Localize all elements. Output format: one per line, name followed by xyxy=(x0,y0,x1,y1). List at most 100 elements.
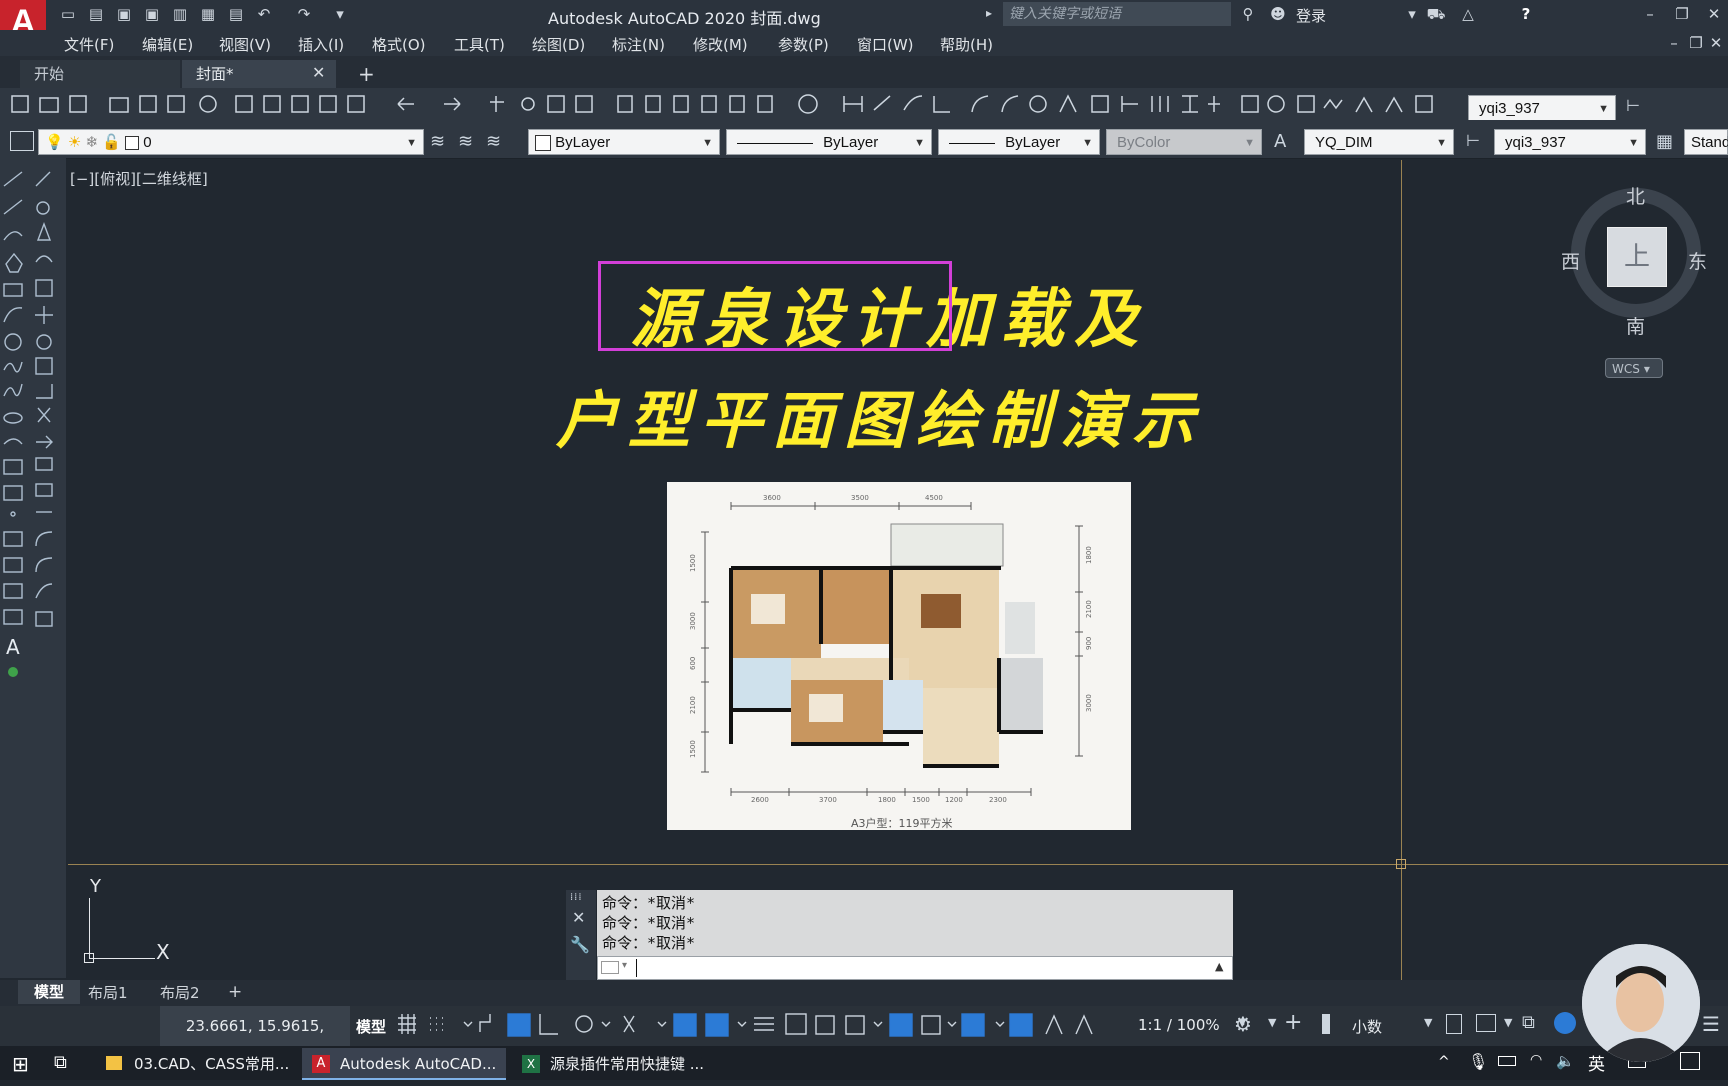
lineweight-dropdown[interactable]: ByLayer ▼ xyxy=(938,129,1100,155)
layer-properties-icon[interactable] xyxy=(10,131,34,151)
open-file-icon[interactable]: ▤ xyxy=(86,4,106,24)
restore-icon[interactable]: ❐ xyxy=(1672,4,1692,24)
compass-south[interactable]: 南 xyxy=(1626,312,1645,339)
compass-north[interactable]: 北 xyxy=(1626,182,1645,209)
new-tab-button[interactable]: + xyxy=(358,62,375,86)
notification-center-icon[interactable] xyxy=(1680,1052,1700,1070)
layer-states-icon[interactable]: ≋ xyxy=(486,131,501,152)
linetype-dropdown[interactable]: ByLayer ▼ xyxy=(726,129,932,155)
doc-minimize-icon[interactable]: – xyxy=(1664,33,1684,53)
tab-layout-1[interactable]: 布局1 xyxy=(88,982,128,1003)
login-link[interactable]: 登录 xyxy=(1296,5,1326,26)
tab-layout-2[interactable]: 布局2 xyxy=(160,982,200,1003)
close-command-line-icon[interactable]: ✕ xyxy=(572,908,585,927)
chevron-down-icon[interactable]: ▼ xyxy=(1424,1016,1432,1029)
undo-icon[interactable]: ↶ xyxy=(254,4,274,24)
redo-icon[interactable]: ↷ xyxy=(294,4,314,24)
menu-window[interactable]: 窗口(W) xyxy=(857,34,914,55)
doc-close-icon[interactable]: ✕ xyxy=(1706,33,1726,53)
search-expand-icon[interactable]: ▸ xyxy=(986,6,992,20)
print-icon[interactable]: ▤ xyxy=(226,4,246,24)
microphone-icon[interactable]: 🎙 xyxy=(1468,1052,1488,1071)
coordinates-readout[interactable]: 23.6661, 15.9615, 0.0000 xyxy=(160,1006,350,1075)
dim-style-dropdown[interactable]: YQ_DIM ▼ xyxy=(1304,129,1454,155)
a360-icon[interactable]: △ xyxy=(1458,4,1478,24)
wcs-menu[interactable]: WCS ▾ xyxy=(1605,358,1663,378)
floor-plan-image[interactable]: 3600 3500 4500 2600 3700 1800 1500 1200 … xyxy=(667,482,1131,830)
chevron-down-icon[interactable]: ▼ xyxy=(1268,1016,1276,1029)
compass-east[interactable]: 东 xyxy=(1688,247,1707,274)
search-input[interactable]: 键入关键字或短语 xyxy=(1003,2,1231,26)
dim-style-icon[interactable]: ⊢ xyxy=(1626,96,1640,115)
binoculars-icon[interactable]: ⚲ xyxy=(1238,4,1258,24)
grip-icon[interactable]: ⁞⁞⁞ xyxy=(570,892,583,903)
quick-properties-icon[interactable] xyxy=(1446,1014,1462,1034)
help-icon[interactable]: ? xyxy=(1516,4,1536,24)
tab-start[interactable]: 开始 xyxy=(20,60,180,88)
annotation-scale[interactable]: 1:1 / 100% xyxy=(1138,1016,1220,1034)
isolate-objects-icon[interactable]: ⧉ xyxy=(1522,1012,1535,1033)
dropdown-icon[interactable]: ▾ xyxy=(1402,4,1422,24)
minimize-icon[interactable]: – xyxy=(1640,4,1660,24)
command-input[interactable] xyxy=(597,956,1233,980)
plot-style-dropdown[interactable]: ByColor ▼ xyxy=(1106,129,1262,155)
table-style-icon[interactable]: ▦ xyxy=(1656,131,1673,152)
hardware-acceleration-icon[interactable] xyxy=(1554,1012,1576,1034)
menu-format[interactable]: 格式(O) xyxy=(372,34,426,55)
close-icon[interactable]: ✕ xyxy=(1704,4,1724,24)
text-style-dropdown-2[interactable]: yqi3_937 ▼ xyxy=(1494,129,1646,155)
menu-dimension[interactable]: 标注(N) xyxy=(612,34,665,55)
dim-style-manager-icon[interactable]: ⊢ xyxy=(1466,131,1480,150)
text-style-icon[interactable]: A xyxy=(1274,131,1286,152)
viewcube-top-face[interactable]: 上 xyxy=(1607,227,1667,287)
chevron-down-icon[interactable]: ▾ xyxy=(622,960,627,971)
new-layout-button[interactable]: + xyxy=(228,982,242,1002)
cart-icon[interactable]: ⛟ xyxy=(1426,4,1446,24)
task-view-icon[interactable]: ⧉ xyxy=(54,1052,67,1073)
menu-insert[interactable]: 插入(I) xyxy=(298,34,344,55)
new-file-icon[interactable]: ▭ xyxy=(58,4,78,24)
taskbar-item-excel[interactable]: X 源泉插件常用快捷键 ... xyxy=(512,1048,712,1080)
table-style-dropdown[interactable]: Stand xyxy=(1684,129,1728,155)
menu-tools[interactable]: 工具(T) xyxy=(454,34,505,55)
menu-draw[interactable]: 绘图(D) xyxy=(532,34,585,55)
user-icon[interactable]: ☻ xyxy=(1268,4,1288,24)
quick-access-dropdown-icon[interactable]: ▾ xyxy=(330,4,350,24)
color-dropdown[interactable]: ByLayer ▼ xyxy=(528,129,720,155)
chevron-up-icon[interactable]: ▲ xyxy=(1215,960,1223,973)
menu-modify[interactable]: 修改(M) xyxy=(693,34,748,55)
highlight-rectangle[interactable] xyxy=(598,261,952,351)
wifi-icon[interactable]: ◠ xyxy=(1530,1052,1542,1068)
doc-restore-icon[interactable]: ❐ xyxy=(1686,33,1706,53)
save-as-icon[interactable]: ▣ xyxy=(142,4,162,24)
chevron-down-icon[interactable]: ▼ xyxy=(1504,1016,1512,1029)
taskbar-item-folder[interactable]: 03.CAD、CASS常用... xyxy=(96,1048,296,1080)
tab-model[interactable]: 模型 xyxy=(18,980,80,1004)
customization-menu-icon[interactable]: ☰ xyxy=(1702,1012,1720,1036)
layer-previous-icon[interactable]: ≋ xyxy=(458,131,473,152)
menu-edit[interactable]: 编辑(E) xyxy=(142,34,193,55)
make-current-layer-icon[interactable]: ≋ xyxy=(430,131,445,152)
volume-icon[interactable]: 🔈 xyxy=(1556,1052,1575,1070)
windows-start-icon[interactable]: ⊞ xyxy=(12,1052,29,1076)
save-icon[interactable]: ▣ xyxy=(114,4,134,24)
menu-file[interactable]: 文件(F) xyxy=(64,34,114,55)
publish-icon[interactable]: ▦ xyxy=(198,4,218,24)
ucs-origin[interactable] xyxy=(84,953,94,963)
plot-icon[interactable]: ▥ xyxy=(170,4,190,24)
tab-close-icon[interactable]: ✕ xyxy=(312,63,325,82)
layer-dropdown[interactable]: 💡 ☀ ❄ 🔓 0 ▼ xyxy=(38,129,424,155)
headline-line-2[interactable]: 户型平面图绘制演示 xyxy=(556,370,1204,460)
annotation-monitor-plus-icon[interactable]: + xyxy=(1284,1010,1302,1035)
model-space-toggle[interactable]: 模型 xyxy=(356,1016,386,1037)
recent-commands-icon[interactable] xyxy=(601,961,619,974)
show-hidden-icons-icon[interactable]: ^ xyxy=(1438,1054,1450,1070)
battery-icon[interactable] xyxy=(1498,1056,1516,1066)
taskbar-item-autocad[interactable]: A Autodesk AutoCAD... xyxy=(302,1048,506,1080)
menu-help[interactable]: 帮助(H) xyxy=(940,34,993,55)
lock-ui-icon[interactable] xyxy=(1476,1014,1496,1032)
menu-view[interactable]: 视图(V) xyxy=(219,34,271,55)
menu-parametric[interactable]: 参数(P) xyxy=(778,34,829,55)
workspace-gear-icon[interactable]: ⚙ xyxy=(1234,1012,1252,1036)
compass-west[interactable]: 西 xyxy=(1561,247,1580,274)
